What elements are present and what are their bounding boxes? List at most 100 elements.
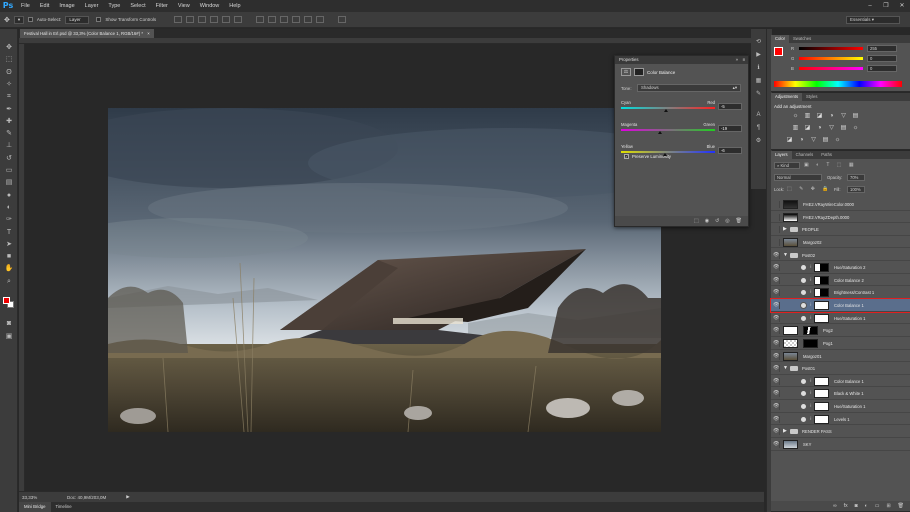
screen-mode-icon[interactable]: ▣ xyxy=(4,332,14,341)
layer-thumbnail[interactable] xyxy=(783,351,798,361)
slider-track[interactable] xyxy=(621,151,715,156)
properties-header[interactable]: Properties » ≡ xyxy=(615,56,748,64)
exposure-icon[interactable]: ◑ xyxy=(827,112,836,120)
link-layers-icon[interactable]: ∞ xyxy=(833,501,837,511)
vibrance-icon[interactable]: ▽ xyxy=(839,112,848,120)
menu-layer[interactable]: Layer xyxy=(80,0,104,12)
layer-style-icon[interactable]: fx xyxy=(844,501,848,511)
posterize-icon[interactable]: ◑ xyxy=(797,136,806,144)
menu-select[interactable]: Select xyxy=(125,0,150,12)
chevron-down-icon[interactable]: ▼ xyxy=(783,365,788,371)
eye-hidden-icon[interactable] xyxy=(773,238,780,246)
actions-icon[interactable]: ▶ xyxy=(754,51,763,59)
slider-thumb[interactable] xyxy=(664,109,669,112)
color-ramp[interactable] xyxy=(774,81,902,87)
healing-brush-icon[interactable]: ✚ xyxy=(4,117,14,126)
eye-hidden-icon[interactable] xyxy=(773,226,780,234)
threshold-icon[interactable]: ▽ xyxy=(809,136,818,144)
visibility-icon[interactable]: ◎ xyxy=(725,216,729,226)
show-transform-checkbox[interactable] xyxy=(96,17,102,22)
history-icon[interactable]: ⟲ xyxy=(754,38,763,46)
panel-collapse-icon[interactable]: » xyxy=(736,56,738,64)
move-tool-icon[interactable]: ✥ xyxy=(4,16,10,24)
layer-mask-thumbnail[interactable] xyxy=(814,263,829,273)
slider-thumb[interactable] xyxy=(663,153,668,156)
eye-icon[interactable]: 👁 xyxy=(773,264,780,272)
preserve-luminosity-checkbox[interactable]: ✓ xyxy=(624,154,629,159)
blur-tool-icon[interactable]: ● xyxy=(4,191,14,200)
slider-value-input[interactable]: -6 xyxy=(718,147,742,154)
layer-thumbnail[interactable] xyxy=(783,200,798,209)
tab-color[interactable]: Color xyxy=(771,35,790,43)
reset-icon[interactable]: ↺ xyxy=(715,216,719,226)
move-tool-icon[interactable]: ✥ xyxy=(4,43,14,52)
layer-thumbnail[interactable] xyxy=(783,212,798,222)
channel-slider[interactable] xyxy=(799,57,863,60)
layer-row[interactable]: 👁 Pog1 xyxy=(771,337,910,350)
layer-row[interactable]: ▶ PEOPLE xyxy=(771,223,910,236)
layer-row[interactable]: 👁 ⁝ Brightness/Contrast 1 xyxy=(771,286,910,299)
tool-presets-icon[interactable]: ⚙ xyxy=(754,137,763,145)
minimize-icon[interactable]: – xyxy=(862,0,878,12)
zoom-tool-icon[interactable]: ⌕ xyxy=(4,277,14,286)
align-right-icon[interactable] xyxy=(234,16,243,23)
menu-help[interactable]: Help xyxy=(224,0,245,12)
eye-icon[interactable]: 👁 xyxy=(773,428,780,436)
slider-thumb[interactable] xyxy=(657,131,662,134)
channel-value-input[interactable]: 0 xyxy=(867,55,897,62)
foreground-color-swatch[interactable] xyxy=(774,47,783,56)
chevron-right-icon[interactable]: ▶ xyxy=(783,226,787,232)
paragraph-icon[interactable]: ¶ xyxy=(754,124,763,132)
eye-icon[interactable]: 👁 xyxy=(773,415,780,423)
eye-icon[interactable]: 👁 xyxy=(773,314,780,322)
color-slider-yellow[interactable]: Yellow Blue xyxy=(621,144,715,156)
slider-track[interactable] xyxy=(621,107,715,112)
distribute-center-icon[interactable] xyxy=(304,16,313,23)
brightness-contrast-icon[interactable]: ☼ xyxy=(791,112,800,120)
layer-row[interactable]: 👁 ▶ RENDER PASS xyxy=(771,425,910,438)
new-group-icon[interactable]: ▭ xyxy=(875,501,880,511)
layer-row[interactable]: 👁 ⁝ Hue/Saturation 2 xyxy=(771,261,910,274)
bottom-tab-mini-bridge[interactable]: Mini Bridge xyxy=(19,502,51,512)
color-slider-magenta[interactable]: Magenta Green xyxy=(621,122,715,134)
tab-swatches[interactable]: Swatches xyxy=(789,35,815,43)
selective-color-icon[interactable]: ▤ xyxy=(821,136,830,144)
align-top-icon[interactable] xyxy=(174,16,183,23)
layer-filter-icons[interactable]: ▣ ◐ T ⬚ ▦ xyxy=(804,162,857,168)
layer-row[interactable]: 👁 ⁝ Hue/Saturation 1 xyxy=(771,312,910,325)
tab-adjustments[interactable]: Adjustments xyxy=(771,93,803,101)
brush-tool-icon[interactable]: ✎ xyxy=(4,129,14,138)
tone-dropdown[interactable]: Shadows ▴▾ xyxy=(637,84,741,92)
invert-icon[interactable]: ◪ xyxy=(785,136,794,144)
tab-styles[interactable]: Styles xyxy=(802,93,821,101)
eye-hidden-icon[interactable] xyxy=(773,201,780,208)
eye-icon[interactable]: 👁 xyxy=(773,440,780,448)
document-tab[interactable]: Festival Hall in Erl.psd @ 33,3% (Color … xyxy=(20,29,154,38)
marquee-tool-icon[interactable]: ⬚ xyxy=(4,55,14,64)
quick-select-tool-icon[interactable]: ✧ xyxy=(4,80,14,89)
auto-select-checkbox[interactable] xyxy=(27,17,33,22)
hand-tool-icon[interactable]: ✋ xyxy=(4,264,14,273)
layer-row[interactable]: 👁 ⁝ Color Balance 1 xyxy=(770,298,910,313)
layer-mask-thumbnail[interactable] xyxy=(814,301,829,311)
type-tool-icon[interactable]: T xyxy=(4,228,14,237)
eye-icon[interactable]: 👁 xyxy=(773,390,780,398)
chevron-right-icon[interactable]: ▶ xyxy=(783,428,787,434)
align-center-icon[interactable] xyxy=(222,16,231,23)
distribute-left-icon[interactable] xyxy=(292,16,301,23)
hue-saturation-icon[interactable]: ▥ xyxy=(791,124,800,132)
foreground-color-icon[interactable] xyxy=(3,297,10,304)
blend-mode-dropdown[interactable]: Normal xyxy=(774,174,822,181)
layer-row[interactable]: 👁 ▼ Post01 xyxy=(771,362,910,375)
layer-row[interactable]: 👁 SKY xyxy=(771,438,910,451)
tab-paths[interactable]: Paths xyxy=(817,151,836,159)
zoom-level[interactable]: 33,33% xyxy=(19,495,59,500)
menu-view[interactable]: View xyxy=(173,0,195,12)
rectangle-tool-icon[interactable]: ■ xyxy=(4,252,14,261)
brush-presets-icon[interactable]: ✎ xyxy=(754,90,763,98)
restore-icon[interactable]: ❐ xyxy=(878,0,894,12)
eye-icon[interactable]: 👁 xyxy=(773,352,780,360)
layer-row[interactable]: 👁 ▼ Post02 xyxy=(771,249,910,262)
menu-edit[interactable]: Edit xyxy=(35,0,54,12)
layer-row[interactable]: 👁 Pog2 xyxy=(771,324,910,337)
